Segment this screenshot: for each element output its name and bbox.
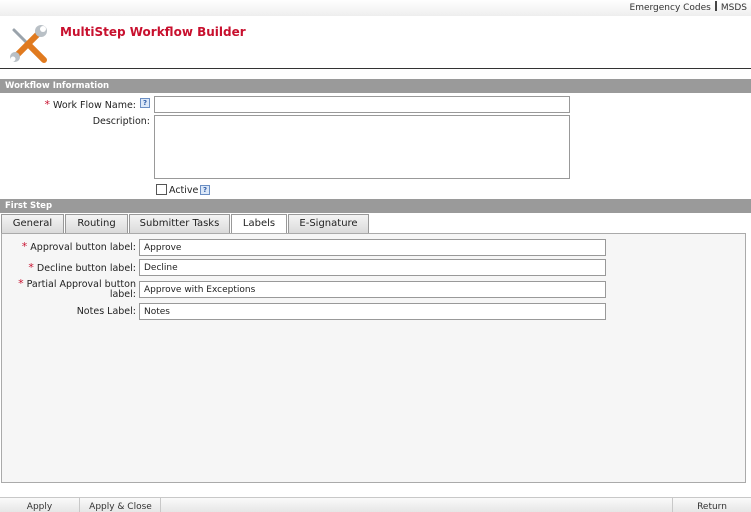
- notes-label-input[interactable]: [139, 303, 606, 320]
- decline-label-input[interactable]: [139, 259, 606, 276]
- required-marker: *: [28, 261, 34, 274]
- link-separator: [714, 1, 717, 11]
- tab-submitter-tasks[interactable]: Submitter Tasks: [129, 214, 230, 234]
- decline-label-text: Decline button label:: [36, 263, 136, 274]
- apply-button[interactable]: Apply: [0, 498, 80, 512]
- required-marker: *: [21, 240, 28, 253]
- help-icon[interactable]: ?: [140, 98, 150, 108]
- decline-label: * Decline button label:: [10, 261, 136, 274]
- partial-approval-label: * Partial Approval button label:: [10, 277, 136, 300]
- tab-e-signature[interactable]: E-Signature: [288, 214, 369, 234]
- emergency-codes-link[interactable]: Emergency Codes: [630, 3, 711, 13]
- wrench-screwdriver-icon: [10, 25, 47, 63]
- tab-routing[interactable]: Routing: [65, 214, 128, 234]
- description-textarea[interactable]: [154, 115, 570, 179]
- msds-link[interactable]: MSDS: [721, 3, 747, 13]
- approval-label: * Approval button label:: [10, 240, 136, 253]
- active-label: Active: [169, 185, 199, 196]
- work-flow-name-input[interactable]: [154, 96, 570, 113]
- top-links-bar: Emergency Codes MSDS: [0, 0, 751, 16]
- description-label: Description:: [92, 116, 150, 127]
- work-flow-name-label: * Work Flow Name:: [10, 98, 136, 111]
- partial-approval-label-input[interactable]: [139, 281, 606, 298]
- footer-bar: Apply Apply & Close Return: [0, 497, 751, 512]
- partial-approval-label-line2: label:: [109, 289, 136, 300]
- return-button[interactable]: Return: [672, 498, 751, 512]
- active-checkbox[interactable]: [156, 184, 167, 195]
- page-title: MultiStep Workflow Builder: [60, 25, 246, 39]
- help-icon[interactable]: ?: [200, 185, 210, 195]
- required-marker: *: [44, 98, 50, 111]
- work-flow-name-label-text: Work Flow Name:: [52, 100, 136, 111]
- app-header: MultiStep Workflow Builder: [0, 16, 751, 69]
- tab-general[interactable]: General: [1, 214, 64, 234]
- approval-label-input[interactable]: [139, 239, 606, 256]
- approval-label-text: Approval button label:: [30, 242, 136, 253]
- page: Emergency Codes MSDS MultiStep Workflow B…: [0, 0, 751, 512]
- required-marker: *: [18, 277, 24, 290]
- first-step-section-bar: First Step: [0, 199, 751, 213]
- notes-label: Notes Label:: [76, 306, 136, 317]
- apply-close-button[interactable]: Apply & Close: [81, 498, 161, 512]
- workflow-info-section-bar: Workflow Information: [0, 79, 751, 93]
- tab-labels[interactable]: Labels: [231, 214, 287, 235]
- labels-tab-panel: *Approval button label: *Decline button …: [1, 233, 746, 483]
